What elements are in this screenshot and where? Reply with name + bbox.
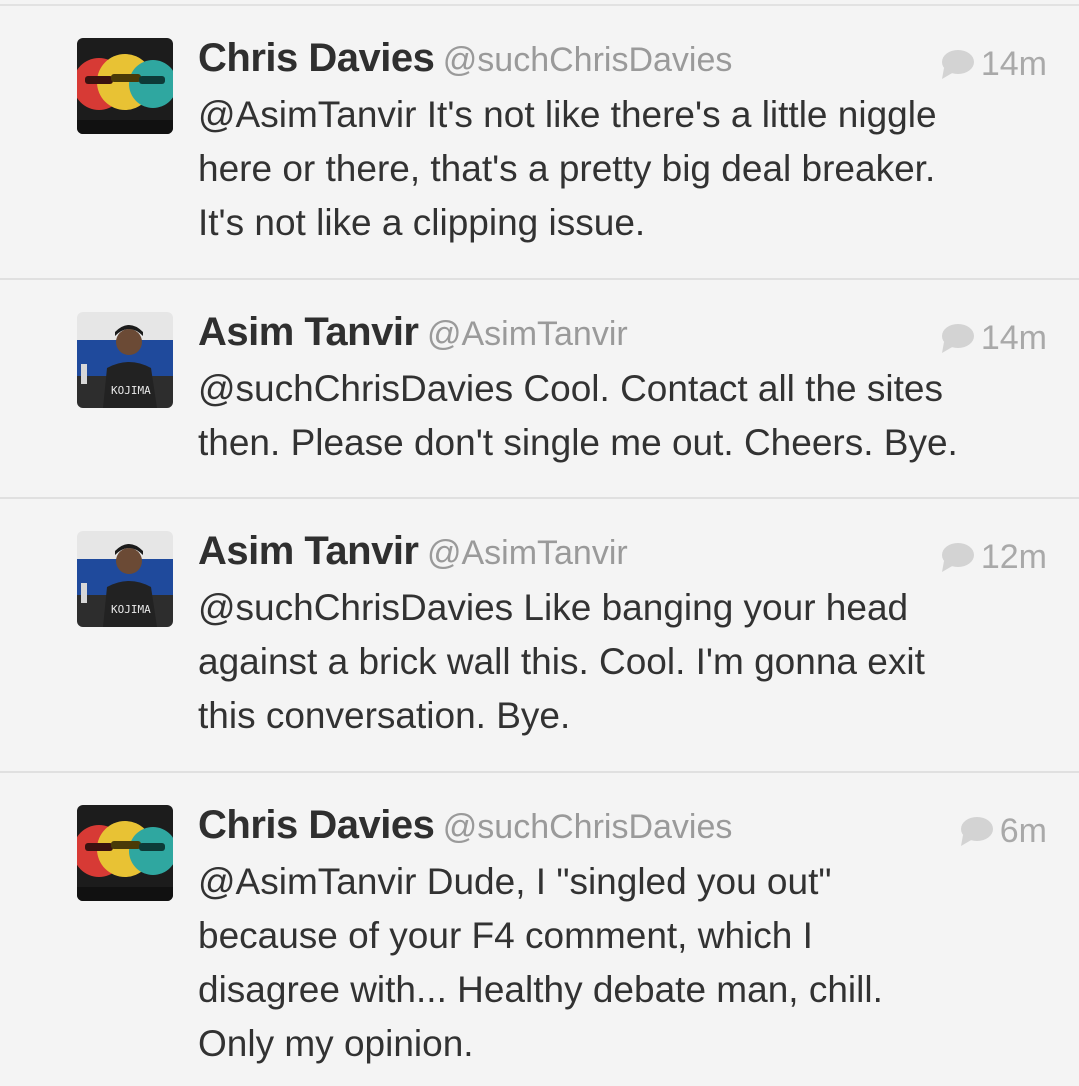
tweet-text-line: this conversation. Bye. xyxy=(198,695,571,736)
asim-tanvir-avatar-image: KOJIMA xyxy=(77,312,173,408)
author-handle[interactable]: @suchChrisDavies xyxy=(443,41,733,79)
author-handle[interactable]: @AsimTanvir xyxy=(427,315,628,353)
author-handle[interactable]: @AsimTanvir xyxy=(427,534,628,572)
avatar[interactable]: KOJIMA xyxy=(77,312,173,408)
avatar[interactable]: KOJIMA xyxy=(77,531,173,627)
tweet-text: @suchChrisDavies Cool. Contact all the s… xyxy=(198,362,1058,470)
tweet-header: Asim Tanvir @AsimTanvir xyxy=(198,529,628,581)
tweet-item[interactable]: KOJIMA Asim Tanvir @AsimTanvir 12m @such… xyxy=(0,499,1079,773)
speech-bubble-icon[interactable] xyxy=(939,48,975,80)
tweet-item[interactable]: Chris Davies @suchChrisDavies 14m @AsimT… xyxy=(0,6,1079,280)
speech-bubble-icon[interactable] xyxy=(939,541,975,573)
tweet-text-line: @AsimTanvir Dude, I "singled you out" xyxy=(198,861,832,902)
chris-davies-avatar-image xyxy=(77,38,173,134)
author-name[interactable]: Chris Davies xyxy=(198,36,435,80)
tweet-meta: 6m xyxy=(958,811,1047,851)
tweet-header: Chris Davies @suchChrisDavies xyxy=(198,803,732,855)
tweet-timeline: Chris Davies @suchChrisDavies 14m @AsimT… xyxy=(0,0,1079,1086)
author-name[interactable]: Chris Davies xyxy=(198,803,435,847)
speech-bubble-icon[interactable] xyxy=(939,322,975,354)
timestamp: 14m xyxy=(980,44,1047,83)
avatar-shirt-text: KOJIMA xyxy=(111,603,151,616)
tweet-text-line: disagree with... Healthy debate man, chi… xyxy=(198,969,883,1010)
tweet-header: Asim Tanvir @AsimTanvir xyxy=(198,310,628,362)
tweet-item[interactable]: Chris Davies @suchChrisDavies 6m @AsimTa… xyxy=(0,773,1079,1086)
author-name[interactable]: Asim Tanvir xyxy=(198,529,419,573)
tweet-header: Chris Davies @suchChrisDavies xyxy=(198,36,732,88)
author-name[interactable]: Asim Tanvir xyxy=(198,310,419,354)
tweet-text-line: Only my opinion. xyxy=(198,1023,474,1064)
avatar-shirt-text: KOJIMA xyxy=(111,384,151,397)
tweet-meta: 14m xyxy=(939,44,1047,84)
tweet-text-line: against a brick wall this. Cool. I'm gon… xyxy=(198,641,925,682)
tweet-meta: 12m xyxy=(939,537,1047,577)
tweet-text-line: @AsimTanvir It's not like there's a litt… xyxy=(198,94,937,135)
speech-bubble-icon[interactable] xyxy=(958,815,994,847)
tweet-text: @AsimTanvir Dude, I "singled you out" be… xyxy=(198,855,1058,1071)
avatar[interactable] xyxy=(77,38,173,134)
tweet-text-line: because of your F4 comment, which I xyxy=(198,915,813,956)
timestamp: 6m xyxy=(999,811,1047,850)
tweet-item[interactable]: KOJIMA Asim Tanvir @AsimTanvir 14m @such… xyxy=(0,280,1079,499)
avatar[interactable] xyxy=(77,805,173,901)
chris-davies-avatar-image xyxy=(77,805,173,901)
timestamp: 12m xyxy=(980,537,1047,576)
tweet-text-line: @suchChrisDavies Like banging your head xyxy=(198,587,909,628)
tweet-text: @AsimTanvir It's not like there's a litt… xyxy=(198,88,1058,250)
tweet-text: @suchChrisDavies Like banging your head … xyxy=(198,581,1058,743)
tweet-text-line: @suchChrisDavies Cool. Contact all the s… xyxy=(198,368,943,409)
tweet-meta: 14m xyxy=(939,318,1047,358)
timestamp: 14m xyxy=(980,318,1047,357)
tweet-text-line: It's not like a clipping issue. xyxy=(198,202,646,243)
tweet-text-line: then. Please don't single me out. Cheers… xyxy=(198,422,958,463)
author-handle[interactable]: @suchChrisDavies xyxy=(443,808,733,846)
tweet-text-line: here or there, that's a pretty big deal … xyxy=(198,148,936,189)
asim-tanvir-avatar-image: KOJIMA xyxy=(77,531,173,627)
